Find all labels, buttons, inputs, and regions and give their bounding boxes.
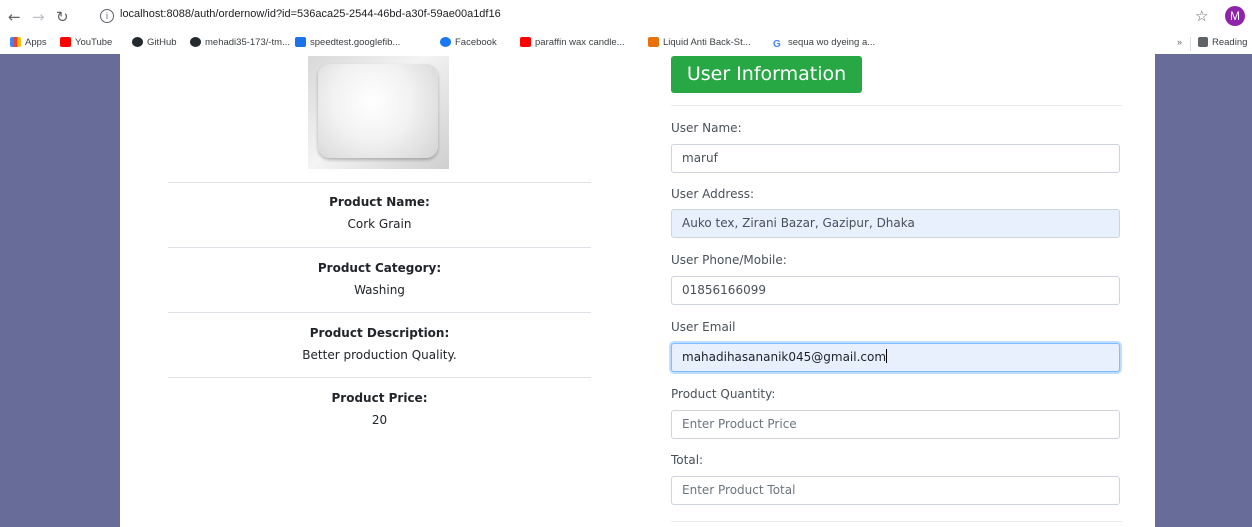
product-bag-image (318, 64, 438, 158)
more-bookmarks-icon[interactable]: » (1177, 37, 1182, 47)
header-divider (671, 105, 1122, 106)
apps-grid-icon (10, 37, 21, 47)
user-phone-input[interactable]: 01856166099 (671, 276, 1120, 305)
bookmark-label: Apps (25, 37, 47, 48)
github-icon (132, 37, 143, 47)
product-price-label: Product Price: (331, 391, 428, 405)
bookmark-paraffin[interactable]: paraffin wax candle... (520, 37, 625, 48)
bookmark-youtube[interactable]: YouTube (60, 37, 112, 48)
bookmarks-bar: Apps YouTube GitHub mehadi35-173/-tm... … (0, 34, 1252, 54)
github-icon (190, 37, 201, 47)
address-bar[interactable]: i localhost:8088/auth/ordernow/id?id=536a… (100, 8, 501, 23)
user-information-header: User Information (671, 56, 862, 93)
product-name-value: Cork Grain (347, 217, 412, 231)
product-description-label: Product Description: (309, 326, 450, 340)
bookmark-mehadi-repo[interactable]: mehadi35-173/-tm... (190, 37, 290, 48)
divider (168, 247, 591, 248)
user-address-input[interactable]: Auko tex, Zirani Bazar, Gazipur, Dhaka (671, 209, 1120, 238)
product-name-label: Product Name: (329, 195, 430, 209)
bookmark-label: Liquid Anti Back-St... (663, 37, 751, 48)
site-info-icon[interactable]: i (100, 9, 114, 23)
reading-list-icon (1198, 37, 1208, 47)
product-category-label: Product Category: (317, 261, 442, 275)
youtube-icon (520, 37, 531, 47)
product-description-value: Better production Quality. (302, 348, 457, 362)
bookmark-label: mehadi35-173/-tm... (205, 37, 291, 48)
divider (168, 377, 591, 378)
bookmark-sequa[interactable]: Gsequa wo dyeing a... (773, 37, 875, 50)
product-image (308, 56, 449, 169)
back-arrow-icon[interactable]: ← (8, 8, 21, 26)
bookmark-liquid-anti[interactable]: Liquid Anti Back-St... (648, 37, 751, 48)
bookmark-apps[interactable]: Apps (10, 37, 47, 48)
profile-avatar[interactable]: M (1225, 6, 1245, 26)
bookmark-label: speedtest.googlefib... (310, 37, 401, 48)
bookmark-label: GitHub (147, 37, 177, 48)
bookmarks-divider (1190, 37, 1191, 51)
bookmark-label: paraffin wax candle... (535, 37, 625, 48)
user-address-label: User Address: (671, 187, 754, 201)
total-input[interactable]: Enter Product Total (671, 476, 1120, 505)
bookmark-label: sequa wo dyeing a... (788, 37, 876, 48)
product-quantity-input[interactable]: Enter Product Price (671, 410, 1120, 439)
google-icon: G (773, 40, 784, 50)
user-name-label: User Name: (671, 121, 742, 135)
reading-list-label: Reading (1212, 37, 1248, 48)
product-price-value: 20 (371, 413, 388, 427)
youtube-icon (60, 37, 71, 47)
liquid-anti-icon (648, 37, 659, 47)
divider (168, 312, 591, 313)
url-text: localhost:8088/auth/ordernow/id?id=536ac… (120, 8, 501, 20)
product-category-value: Washing (354, 283, 405, 297)
user-name-input[interactable]: maruf (671, 144, 1120, 173)
divider (168, 182, 591, 183)
user-email-input[interactable]: mahadihasananik045@gmail.com (671, 343, 1120, 372)
bookmark-facebook[interactable]: Facebook (440, 37, 497, 48)
user-phone-label: User Phone/Mobile: (671, 253, 787, 267)
bookmark-github[interactable]: GitHub (132, 37, 177, 48)
bookmark-label: YouTube (75, 37, 113, 48)
bookmark-label: Facebook (455, 37, 497, 48)
order-container: Product Name: Cork Grain Product Categor… (120, 54, 1155, 527)
product-quantity-label: Product Quantity: (671, 387, 776, 401)
user-email-value: mahadihasananik045@gmail.com (682, 350, 887, 364)
total-label: Total: (671, 453, 704, 467)
text-caret (886, 349, 888, 363)
bookmark-speedtest[interactable]: speedtest.googlefib... (295, 37, 400, 48)
browser-toolbar: ← → ↻ i localhost:8088/auth/ordernow/id?i… (0, 0, 1252, 34)
user-email-label: User Email (671, 320, 736, 334)
bookmark-star-icon[interactable]: ☆ (1195, 7, 1208, 25)
page-background: Product Name: Cork Grain Product Categor… (0, 54, 1252, 527)
speedtest-icon (295, 37, 306, 47)
forward-arrow-icon[interactable]: → (32, 8, 45, 26)
form-bottom-divider (671, 521, 1122, 522)
reload-icon[interactable]: ↻ (56, 8, 69, 26)
reading-list[interactable]: Reading (1198, 37, 1247, 48)
facebook-icon (440, 37, 451, 47)
